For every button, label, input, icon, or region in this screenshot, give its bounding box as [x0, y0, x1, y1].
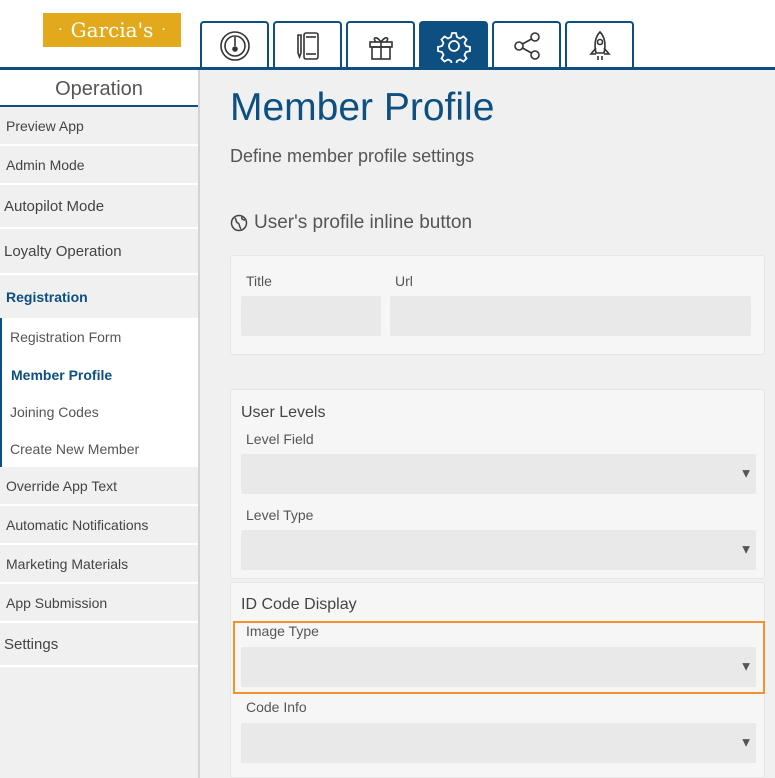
- tab-dashboard[interactable]: [200, 21, 269, 69]
- sidebar-item-app-submission[interactable]: App Submission: [0, 584, 198, 623]
- sidebar: Operation Preview App Admin Mode Autopil…: [0, 70, 200, 778]
- level-field-label: Level Field: [246, 431, 314, 447]
- tab-launch[interactable]: [565, 21, 634, 69]
- sidebar-subitem-joining-codes[interactable]: Joining Codes: [0, 393, 198, 430]
- sidebar-item-label: Automatic Notifications: [6, 516, 149, 533]
- url-label: Url: [395, 273, 413, 289]
- chevron-down-icon: ▼: [742, 737, 750, 749]
- sidebar-item-label: Admin Mode: [6, 156, 85, 173]
- sidebar-item-label: Marketing Materials: [6, 555, 129, 572]
- title-input[interactable]: [241, 296, 381, 336]
- sidebar-subitem-label: Joining Codes: [10, 403, 99, 420]
- user-levels-card: User Levels Level Field ▼ Level Type ▼: [230, 389, 765, 579]
- level-field-select[interactable]: ▼: [241, 454, 756, 494]
- sidebar-item-label: Settings: [4, 635, 59, 653]
- id-code-heading: ID Code Display: [241, 596, 357, 613]
- title-label: Title: [246, 273, 272, 289]
- sidebar-item-settings[interactable]: Settings: [0, 623, 198, 667]
- mobile-pencil-icon: [296, 32, 319, 60]
- level-type-label: Level Type: [246, 507, 314, 523]
- globe-icon: [230, 214, 248, 232]
- gift-icon: [368, 37, 393, 60]
- tab-settings[interactable]: [419, 21, 488, 69]
- section-heading-text: User's profile inline button: [254, 212, 473, 233]
- sidebar-subitem-create-new-member[interactable]: Create New Member: [0, 430, 198, 467]
- gear-icon: [436, 32, 471, 63]
- image-type-focus-highlight: [233, 621, 765, 694]
- tab-design[interactable]: [273, 21, 342, 69]
- sidebar-heading: Operation: [0, 70, 198, 107]
- sidebar-item-label: App Submission: [6, 594, 108, 611]
- tab-share[interactable]: [492, 21, 561, 69]
- url-input[interactable]: [390, 296, 751, 336]
- code-info-select[interactable]: ▼: [241, 723, 756, 763]
- sidebar-item-registration[interactable]: Registration: [0, 275, 198, 318]
- sidebar-item-label: Preview App: [6, 117, 84, 134]
- sidebar-item-automatic-notifications[interactable]: Automatic Notifications: [0, 506, 198, 545]
- sidebar-item-autopilot-mode[interactable]: Autopilot Mode: [0, 185, 198, 229]
- sidebar-subitem-label: Create New Member: [10, 440, 140, 457]
- rocket-icon: [588, 30, 611, 60]
- user-levels-heading: User Levels: [241, 404, 326, 421]
- page-title: Member Profile: [230, 86, 495, 129]
- dashboard-gauge-icon: [219, 31, 250, 61]
- sidebar-item-label: Autopilot Mode: [4, 197, 105, 215]
- code-info-label: Code Info: [246, 699, 307, 715]
- sidebar-item-preview-app[interactable]: Preview App: [0, 107, 198, 146]
- chevron-down-icon: ▼: [742, 544, 750, 556]
- level-type-select[interactable]: ▼: [241, 530, 756, 570]
- sidebar-subitem-label: Member Profile: [11, 366, 113, 383]
- sidebar-item-label: Loyalty Operation: [4, 242, 122, 260]
- sidebar-item-loyalty-operation[interactable]: Loyalty Operation: [0, 229, 198, 275]
- brand-logo[interactable]: · Garcia's ·: [43, 13, 181, 47]
- inline-button-card: Title Url: [230, 255, 765, 355]
- top-header: · Garcia's ·: [0, 0, 775, 70]
- sidebar-item-label: Override App Text: [6, 477, 118, 494]
- sidebar-item-marketing-materials[interactable]: Marketing Materials: [0, 545, 198, 584]
- inline-button-section-heading: User's profile inline button: [230, 212, 472, 234]
- sidebar-item-override-app-text[interactable]: Override App Text: [0, 467, 198, 506]
- main-content: Member Profile Define member profile set…: [200, 70, 775, 778]
- chevron-down-icon: ▼: [742, 468, 750, 480]
- sidebar-subitem-label: Registration Form: [10, 329, 122, 345]
- brand-name: Garcia's: [70, 18, 154, 42]
- tab-rewards[interactable]: [346, 21, 415, 69]
- share-icon: [513, 32, 540, 60]
- sidebar-item-admin-mode[interactable]: Admin Mode: [0, 146, 198, 185]
- page-subtitle: Define member profile settings: [230, 146, 475, 166]
- sidebar-subitem-registration-form[interactable]: Registration Form: [0, 318, 198, 356]
- sidebar-item-label: Registration: [6, 288, 88, 305]
- sidebar-subitem-member-profile[interactable]: Member Profile: [0, 356, 198, 393]
